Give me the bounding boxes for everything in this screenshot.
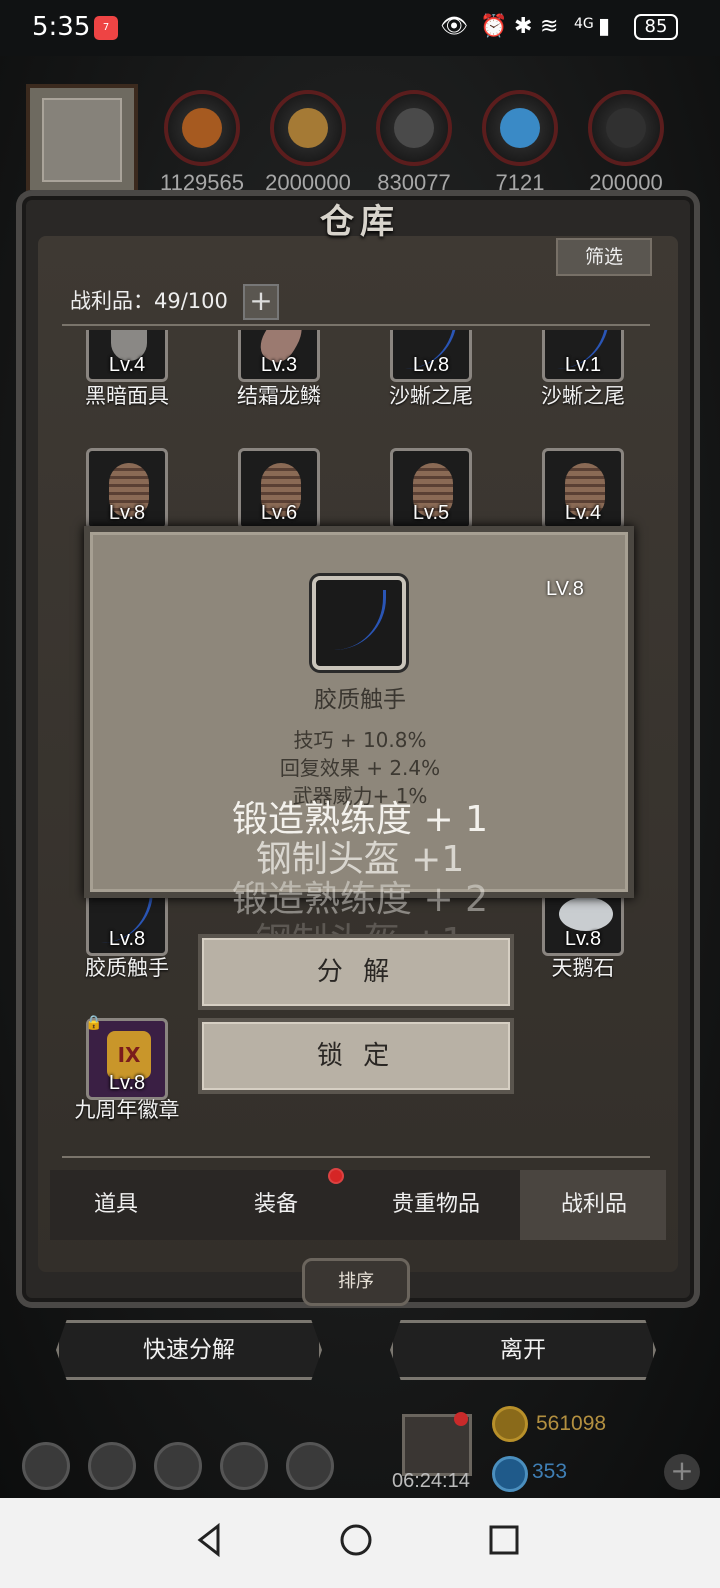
battery-indicator: 85 [634, 14, 678, 40]
selected-item-level: LV.8 [546, 578, 584, 600]
bluetooth-icon: ✱ [514, 14, 533, 39]
cube-icon[interactable] [286, 1442, 334, 1490]
leave-button[interactable]: 离开 [390, 1320, 656, 1380]
loot-capacity-label: 战利品：49/100 [70, 289, 228, 313]
item-slot[interactable]: Lv.3 [238, 330, 320, 382]
window-title: 仓库 [320, 202, 400, 242]
item-slot[interactable]: Lv.4 [542, 448, 624, 530]
wifi-icon: ≋ [540, 14, 559, 39]
decompose-button[interactable]: 分 解 [198, 934, 514, 1010]
item-name: 沙蜥之尾 [541, 384, 625, 408]
item-name: 黑暗面具 [85, 384, 169, 408]
home-icon[interactable] [336, 1520, 376, 1560]
divider [62, 1156, 650, 1158]
item-slot[interactable]: IX 🔒 Lv.8 [85, 1015, 168, 1100]
item-name: 沙蜥之尾 [389, 384, 473, 408]
resource-steel-icon [588, 90, 664, 166]
stone-icon [559, 897, 613, 931]
gift-timer: 06:24:14 [392, 1470, 470, 1492]
tab-valuables[interactable]: 贵重物品 [366, 1186, 506, 1218]
resource-ore-icon [164, 90, 240, 166]
gem-amount: 353 [532, 1460, 568, 1483]
item-slot[interactable]: Lv.4 [86, 330, 168, 382]
back-icon[interactable] [190, 1520, 230, 1560]
settings-icon[interactable] [22, 1442, 70, 1490]
player-portrait[interactable] [26, 84, 138, 196]
tab-loot[interactable]: 战利品 [524, 1186, 664, 1218]
tab-equipment[interactable]: 装备 [206, 1186, 346, 1218]
signal-icon: ▮ [598, 14, 611, 39]
quick-decompose-button[interactable]: 快速分解 [56, 1320, 322, 1380]
item-slot[interactable]: Lv.8 [390, 330, 472, 382]
resource-wood-icon [270, 90, 346, 166]
status-time: 5:35 [32, 12, 91, 42]
item-name: 九周年徽章 [74, 1098, 180, 1122]
selected-item-name: 胶质触手 [314, 687, 406, 713]
item-stat: 技巧 + 10.8% [293, 728, 427, 752]
lock-icon: 🔒 [85, 1015, 103, 1031]
eye-icon: 👁 [440, 14, 468, 39]
achievement-icon[interactable] [88, 1442, 136, 1490]
guild-emblem-icon [42, 98, 122, 182]
expand-capacity-button[interactable]: + [243, 284, 279, 320]
filter-button[interactable]: 筛选 [556, 238, 652, 276]
gem-icon [492, 1456, 528, 1492]
add-currency-button[interactable]: + [664, 1454, 700, 1490]
tentacle-icon [334, 590, 386, 650]
item-slot[interactable]: Lv.1 [542, 330, 624, 382]
resource-iron-icon [376, 90, 452, 166]
resource-crystal-icon [482, 90, 558, 166]
divider [62, 324, 650, 326]
book-icon[interactable] [220, 1442, 268, 1490]
alarm-icon: ⏰ [480, 14, 508, 39]
lock-button[interactable]: 锁 定 [198, 1018, 514, 1094]
recents-icon[interactable] [484, 1520, 524, 1560]
status-bar: 5:35 7 👁 ⏰ ✱ ≋ 4G ▮ 85 [0, 0, 720, 56]
item-slot[interactable]: Lv.5 [390, 448, 472, 530]
item-slot[interactable]: Lv.6 [238, 448, 320, 530]
notification-dot [328, 1168, 344, 1184]
item-name: 结霜龙鳞 [237, 384, 321, 408]
notification-dot [454, 1412, 468, 1426]
sort-button[interactable]: 排序 [302, 1258, 410, 1306]
tab-items[interactable]: 道具 [46, 1186, 186, 1218]
item-stat: 回复效果 + 2.4% [279, 756, 441, 780]
network-type: 4G [574, 16, 594, 32]
item-slot[interactable]: Lv.8 [86, 448, 168, 530]
app-notification-icon: 7 [94, 16, 118, 40]
castle-icon[interactable] [154, 1442, 202, 1490]
gold-coin-icon [492, 1406, 528, 1442]
gold-amount: 561098 [536, 1412, 607, 1435]
selected-item-icon [312, 576, 406, 670]
